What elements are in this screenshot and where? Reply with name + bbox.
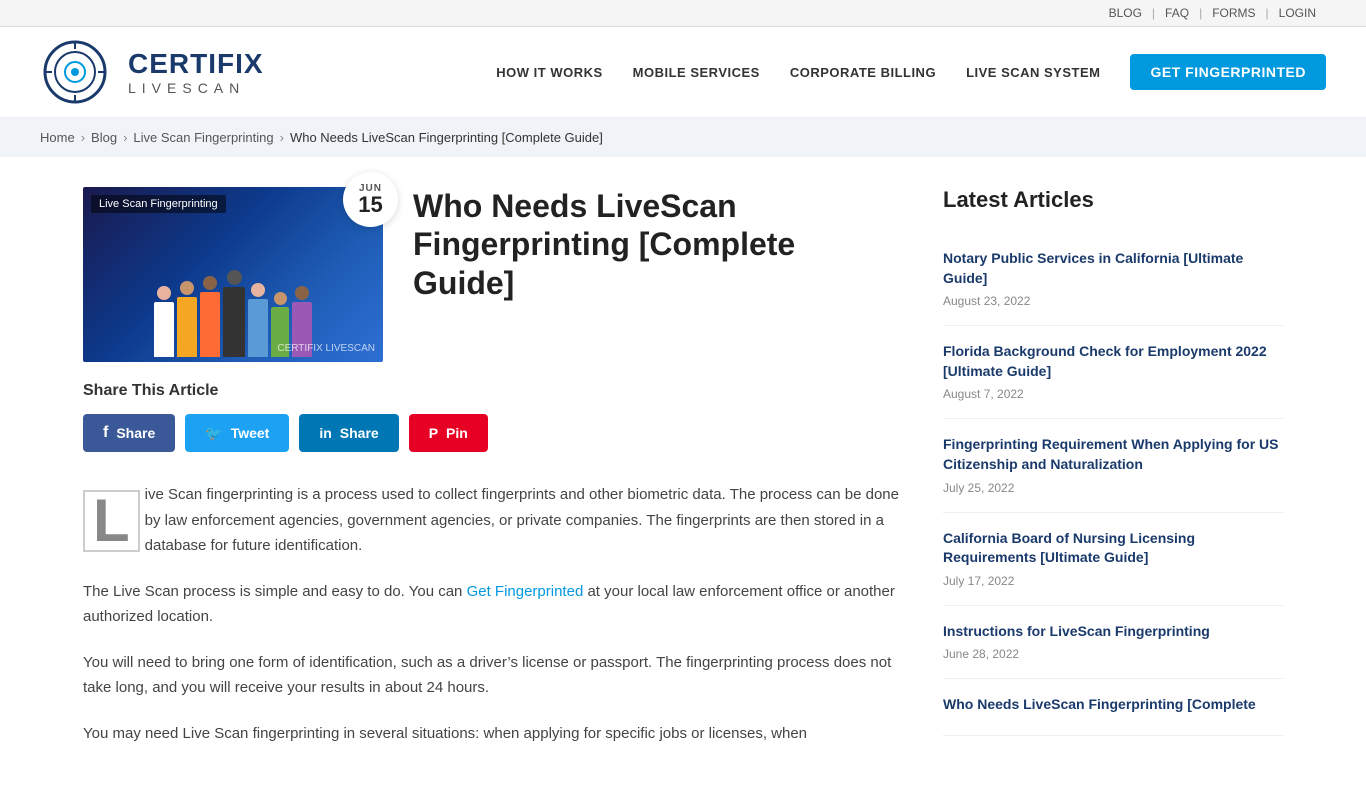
faq-link[interactable]: FAQ <box>1155 6 1199 20</box>
image-logo: CERTIFIX LIVESCAN <box>277 343 375 354</box>
main-wrapper: Live Scan Fingerprinting CERTIFIX LIVESC… <box>43 157 1323 796</box>
main-nav: HOW IT WORKS MOBILE SERVICES CORPORATE B… <box>496 54 1326 90</box>
linkedin-icon: in <box>319 425 331 441</box>
paragraph-2-before-link: The Live Scan process is simple and easy… <box>83 583 467 600</box>
pinterest-share-button[interactable]: P Pin <box>409 414 488 452</box>
sidebar-article-1-date: August 23, 2022 <box>943 294 1030 308</box>
breadcrumb: Home › Blog › Live Scan Fingerprinting ›… <box>0 118 1366 157</box>
breadcrumb-sep1: › <box>81 130 85 145</box>
date-day: 15 <box>358 194 382 216</box>
image-label: Live Scan Fingerprinting <box>91 195 226 213</box>
login-link[interactable]: LOGIN <box>1269 6 1326 20</box>
facebook-share-button[interactable]: f Share <box>83 414 175 452</box>
article-paragraph-2: The Live Scan process is simple and easy… <box>83 579 903 630</box>
nav-corporate-billing[interactable]: CORPORATE BILLING <box>790 65 936 80</box>
top-bar: BLOG | FAQ | FORMS | LOGIN <box>0 0 1366 27</box>
breadcrumb-blog[interactable]: Blog <box>91 130 117 145</box>
twitter-icon: 🐦 <box>205 425 222 442</box>
nav-mobile-services[interactable]: MOBILE SERVICES <box>633 65 760 80</box>
date-badge: JUN 15 <box>343 172 398 227</box>
sidebar-article-5-title[interactable]: Instructions for LiveScan Fingerprinting <box>943 622 1283 642</box>
drop-cap: L <box>83 490 140 552</box>
breadcrumb-live-scan[interactable]: Live Scan Fingerprinting <box>133 130 273 145</box>
sidebar-article-6: Who Needs LiveScan Fingerprinting [Compl… <box>943 679 1283 736</box>
article-body: L ive Scan fingerprinting is a process u… <box>83 482 903 746</box>
sidebar-article-4: California Board of Nursing Licensing Re… <box>943 513 1283 606</box>
featured-image-wrap: Live Scan Fingerprinting CERTIFIX LIVESC… <box>83 187 383 362</box>
featured-image: Live Scan Fingerprinting CERTIFIX LIVESC… <box>83 187 383 362</box>
sidebar-article-5-date: June 28, 2022 <box>943 647 1019 661</box>
logo-brand: CERTIFIX <box>128 48 264 80</box>
pinterest-icon: P <box>429 425 438 441</box>
nav-live-scan-system[interactable]: LIVE SCAN SYSTEM <box>966 65 1100 80</box>
sidebar-article-2-title[interactable]: Florida Background Check for Employment … <box>943 342 1283 381</box>
breadcrumb-current: Who Needs LiveScan Fingerprinting [Compl… <box>290 130 603 145</box>
forms-link[interactable]: FORMS <box>1202 6 1265 20</box>
logo: CERTIFIX LIVESCAN <box>40 37 264 107</box>
article-paragraph-3: You will need to bring one form of ident… <box>83 650 903 701</box>
paragraph-1-text: ive Scan fingerprinting is a process use… <box>145 486 899 554</box>
linkedin-label: Share <box>340 425 379 441</box>
latest-articles-title: Latest Articles <box>943 187 1283 213</box>
twitter-share-button[interactable]: 🐦 Tweet <box>185 414 289 452</box>
nav-how-it-works[interactable]: HOW IT WORKS <box>496 65 602 80</box>
sidebar-article-6-title[interactable]: Who Needs LiveScan Fingerprinting [Compl… <box>943 695 1283 715</box>
logo-text: CERTIFIX LIVESCAN <box>128 48 264 96</box>
sidebar-article-1: Notary Public Services in California [Ul… <box>943 233 1283 326</box>
pinterest-label: Pin <box>446 425 468 441</box>
sidebar-article-3-title[interactable]: Fingerprinting Requirement When Applying… <box>943 435 1283 474</box>
latest-articles: Latest Articles Notary Public Services i… <box>943 187 1283 736</box>
linkedin-share-button[interactable]: in Share <box>299 414 398 452</box>
breadcrumb-home[interactable]: Home <box>40 130 75 145</box>
sidebar-article-3-date: July 25, 2022 <box>943 481 1014 495</box>
social-buttons: f Share 🐦 Tweet in Share P Pin <box>83 414 903 452</box>
breadcrumb-sep3: › <box>280 130 284 145</box>
article-paragraph-4: You may need Live Scan fingerprinting in… <box>83 721 903 747</box>
sidebar-article-4-date: July 17, 2022 <box>943 574 1014 588</box>
sidebar-article-1-title[interactable]: Notary Public Services in California [Ul… <box>943 249 1283 288</box>
logo-sub: LIVESCAN <box>128 80 264 96</box>
article-paragraph-1: L ive Scan fingerprinting is a process u… <box>83 482 903 559</box>
get-fingerprinted-inline-link[interactable]: Get Fingerprinted <box>467 583 584 600</box>
sidebar-article-2: Florida Background Check for Employment … <box>943 326 1283 419</box>
breadcrumb-sep2: › <box>123 130 127 145</box>
share-label: Share This Article <box>83 382 903 400</box>
sidebar-article-5: Instructions for LiveScan Fingerprinting… <box>943 606 1283 680</box>
twitter-label: Tweet <box>231 425 270 441</box>
article-header: Live Scan Fingerprinting CERTIFIX LIVESC… <box>83 187 903 382</box>
image-overlay: Live Scan Fingerprinting CERTIFIX LIVESC… <box>83 187 383 362</box>
header: CERTIFIX LIVESCAN HOW IT WORKS MOBILE SE… <box>0 27 1366 118</box>
sidebar-article-2-date: August 7, 2022 <box>943 387 1024 401</box>
blog-link[interactable]: BLOG <box>1099 6 1152 20</box>
get-fingerprinted-button[interactable]: GET FINGERPRINTED <box>1130 54 1326 90</box>
facebook-label: Share <box>116 425 155 441</box>
sidebar-article-4-title[interactable]: California Board of Nursing Licensing Re… <box>943 529 1283 568</box>
logo-icon <box>40 37 120 107</box>
article: Live Scan Fingerprinting CERTIFIX LIVESC… <box>83 187 903 766</box>
sidebar-article-3: Fingerprinting Requirement When Applying… <box>943 419 1283 512</box>
facebook-icon: f <box>103 424 108 442</box>
sidebar: Latest Articles Notary Public Services i… <box>943 187 1283 766</box>
